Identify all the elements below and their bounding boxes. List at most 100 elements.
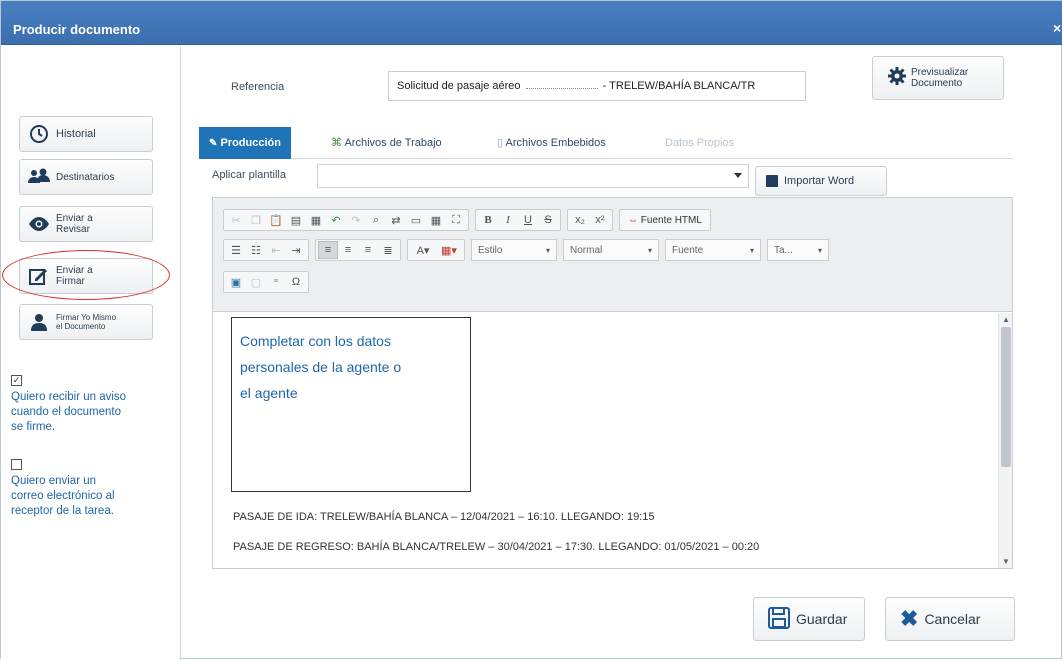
horizontal-rule-icon[interactable]: ⁼ <box>266 273 286 291</box>
align-left-icon[interactable]: ≡ <box>318 241 338 259</box>
tab-production[interactable]: ✎ Producción <box>199 127 291 159</box>
editor-scrollbar[interactable]: ▲ ▼ <box>998 313 1012 568</box>
indent-icon[interactable]: ⇥ <box>286 241 306 259</box>
chevron-down-icon: ▾ <box>817 245 822 255</box>
eye-icon <box>28 213 50 235</box>
import-word-button[interactable]: Importar Word <box>755 166 887 196</box>
template-label: Aplicar plantilla <box>212 169 286 181</box>
highlight-annotation <box>2 250 170 300</box>
flash-icon[interactable]: ▢ <box>246 273 266 291</box>
form-icon[interactable]: ▭ <box>406 211 426 229</box>
user-icon <box>28 311 50 333</box>
left-action-panel: Historial Destinatarios Enviar a Revisar… <box>1 46 181 660</box>
paste-word-icon[interactable]: ▦ <box>306 211 326 229</box>
email-line-2: correo electrónico al <box>11 490 115 502</box>
clipboard-group: ✂ ❐ 📋 ▤ ▦ ↶ ↷ ⌕ ⇄ ▭ ▦ ⛶ <box>223 209 469 231</box>
table-icon[interactable]: ▦ <box>426 211 446 229</box>
size-combo[interactable]: Ta... ▾ <box>767 239 829 261</box>
cancel-button[interactable]: ✖ Cancelar <box>885 597 1015 641</box>
editor-toolbar: ✂ ❐ 📋 ▤ ▦ ↶ ↷ ⌕ ⇄ ▭ ▦ ⛶ B I U S x₂ x² ⇔ … <box>213 198 1012 312</box>
find-icon[interactable]: ⌕ <box>366 211 386 229</box>
format-combo[interactable]: Normal ▾ <box>563 239 659 261</box>
import-word-label: Importar Word <box>784 175 855 187</box>
text-color-icon[interactable]: A▾ <box>410 241 436 259</box>
numbered-list-icon[interactable]: ☰ <box>226 241 246 259</box>
email-line-1: Quiero enviar un <box>11 475 97 487</box>
preview-label-2: Documento <box>911 78 963 89</box>
recipients-label: Destinatarios <box>56 171 115 183</box>
reference-value-prefix: Solicitud de pasaje aéreo <box>397 80 521 92</box>
sign-myself-button[interactable]: Firmar Yo Mismo el Documento <box>19 304 153 340</box>
floppy-disk-icon <box>768 606 790 632</box>
image-icon[interactable]: ▣ <box>226 273 246 291</box>
send-to-review-label-2: Revisar <box>56 224 90 235</box>
style-combo[interactable]: Estilo ▾ <box>471 239 557 261</box>
close-icon[interactable]: × <box>1053 20 1062 36</box>
undo-icon[interactable]: ↶ <box>326 211 346 229</box>
scroll-down-icon[interactable]: ▼ <box>1002 557 1010 566</box>
redo-icon[interactable]: ↷ <box>346 211 366 229</box>
copy-icon[interactable]: ❐ <box>246 211 266 229</box>
insert-group: ▣ ▢ ⁼ Ω <box>223 271 309 293</box>
outdent-icon[interactable]: ⇤ <box>266 241 286 259</box>
preview-label-1: Previsualizar <box>911 67 969 78</box>
preview-document-button[interactable]: Previsualizar Documento <box>872 56 1004 100</box>
save-button[interactable]: Guardar <box>753 597 865 641</box>
tab-work-files[interactable]: ⌘ Archivos de Trabajo <box>331 127 442 159</box>
tab-own-data: Datos Propios <box>665 127 734 159</box>
tab-production-label: Producción <box>220 137 281 149</box>
paste-text-icon[interactable]: ▤ <box>286 211 306 229</box>
replace-icon[interactable]: ⇄ <box>386 211 406 229</box>
send-email-checkbox[interactable] <box>11 459 22 470</box>
basic-styles-group: B I U S <box>475 209 561 231</box>
notify-line-1: Quiero recibir un aviso <box>11 391 127 403</box>
send-to-review-text: Enviar a Revisar <box>56 213 93 235</box>
bullet-list-icon[interactable]: ☷ <box>246 241 266 259</box>
reference-input[interactable]: Solicitud de pasaje aéreo - TRELEW/BAHÍA… <box>388 71 806 101</box>
html-source-button[interactable]: ⇔ Fuente HTML <box>622 215 708 226</box>
font-combo[interactable]: Fuente ▾ <box>665 239 761 261</box>
notify-on-sign-checkbox[interactable]: ✓ <box>11 375 22 386</box>
bold-button[interactable]: B <box>478 211 498 229</box>
subscript-button[interactable]: x₂ <box>570 211 590 229</box>
paperclip-icon: ⌘ <box>331 137 342 149</box>
instruction-line-1: Completar con los datos <box>240 333 391 349</box>
strike-button[interactable]: S <box>538 211 558 229</box>
history-label: Historial <box>56 127 96 140</box>
code-icon: ⇔ <box>628 214 641 226</box>
chevron-down-icon: ▾ <box>749 245 754 255</box>
cut-icon[interactable]: ✂ <box>226 211 246 229</box>
special-char-icon[interactable]: Ω <box>286 273 306 291</box>
template-select[interactable] <box>317 164 749 188</box>
rich-text-editor: ✂ ❐ 📋 ▤ ▦ ↶ ↷ ⌕ ⇄ ▭ ▦ ⛶ B I U S x₂ x² ⇔ … <box>212 197 1013 569</box>
close-icon: ✖ <box>900 606 919 631</box>
history-button[interactable]: Historial <box>19 116 153 152</box>
send-to-review-button[interactable]: Enviar a Revisar <box>19 206 153 242</box>
align-right-icon[interactable]: ≡ <box>358 241 378 259</box>
chevron-down-icon <box>734 173 742 178</box>
editor-content[interactable]: Completar con los datos personales de la… <box>213 313 998 568</box>
chevron-down-icon: ▾ <box>647 245 652 255</box>
scroll-up-icon[interactable]: ▲ <box>1002 315 1010 324</box>
cancel-label: Cancelar <box>924 611 981 627</box>
clock-icon <box>28 123 50 145</box>
scrollbar-thumb[interactable] <box>1001 327 1011 467</box>
gear-icon <box>887 66 907 91</box>
maximize-icon[interactable]: ⛶ <box>446 211 466 229</box>
notify-line-3: se firme. <box>11 421 56 433</box>
tab-bar: ✎ Producción ⌘ Archivos de Trabajo ▯ Arc… <box>199 127 1013 159</box>
paste-icon[interactable]: 📋 <box>266 211 286 229</box>
align-center-icon[interactable]: ≡ <box>338 241 358 259</box>
tab-own-data-label: Datos Propios <box>665 137 735 149</box>
table-grid-icon[interactable]: ▦▾ <box>436 241 462 259</box>
tab-work-files-label: Archivos de Trabajo <box>344 137 442 149</box>
tab-embedded-files[interactable]: ▯ Archivos Embebidos <box>497 127 606 159</box>
italic-button[interactable]: I <box>498 211 518 229</box>
align-justify-icon[interactable]: ≣ <box>378 241 398 259</box>
superscript-button[interactable]: x² <box>590 211 610 229</box>
font-combo-label: Fuente <box>672 244 704 256</box>
style-combo-label: Estilo <box>478 244 503 256</box>
pencil-icon: ✎ <box>209 138 218 149</box>
underline-button[interactable]: U <box>518 211 538 229</box>
recipients-button[interactable]: Destinatarios <box>19 159 153 195</box>
